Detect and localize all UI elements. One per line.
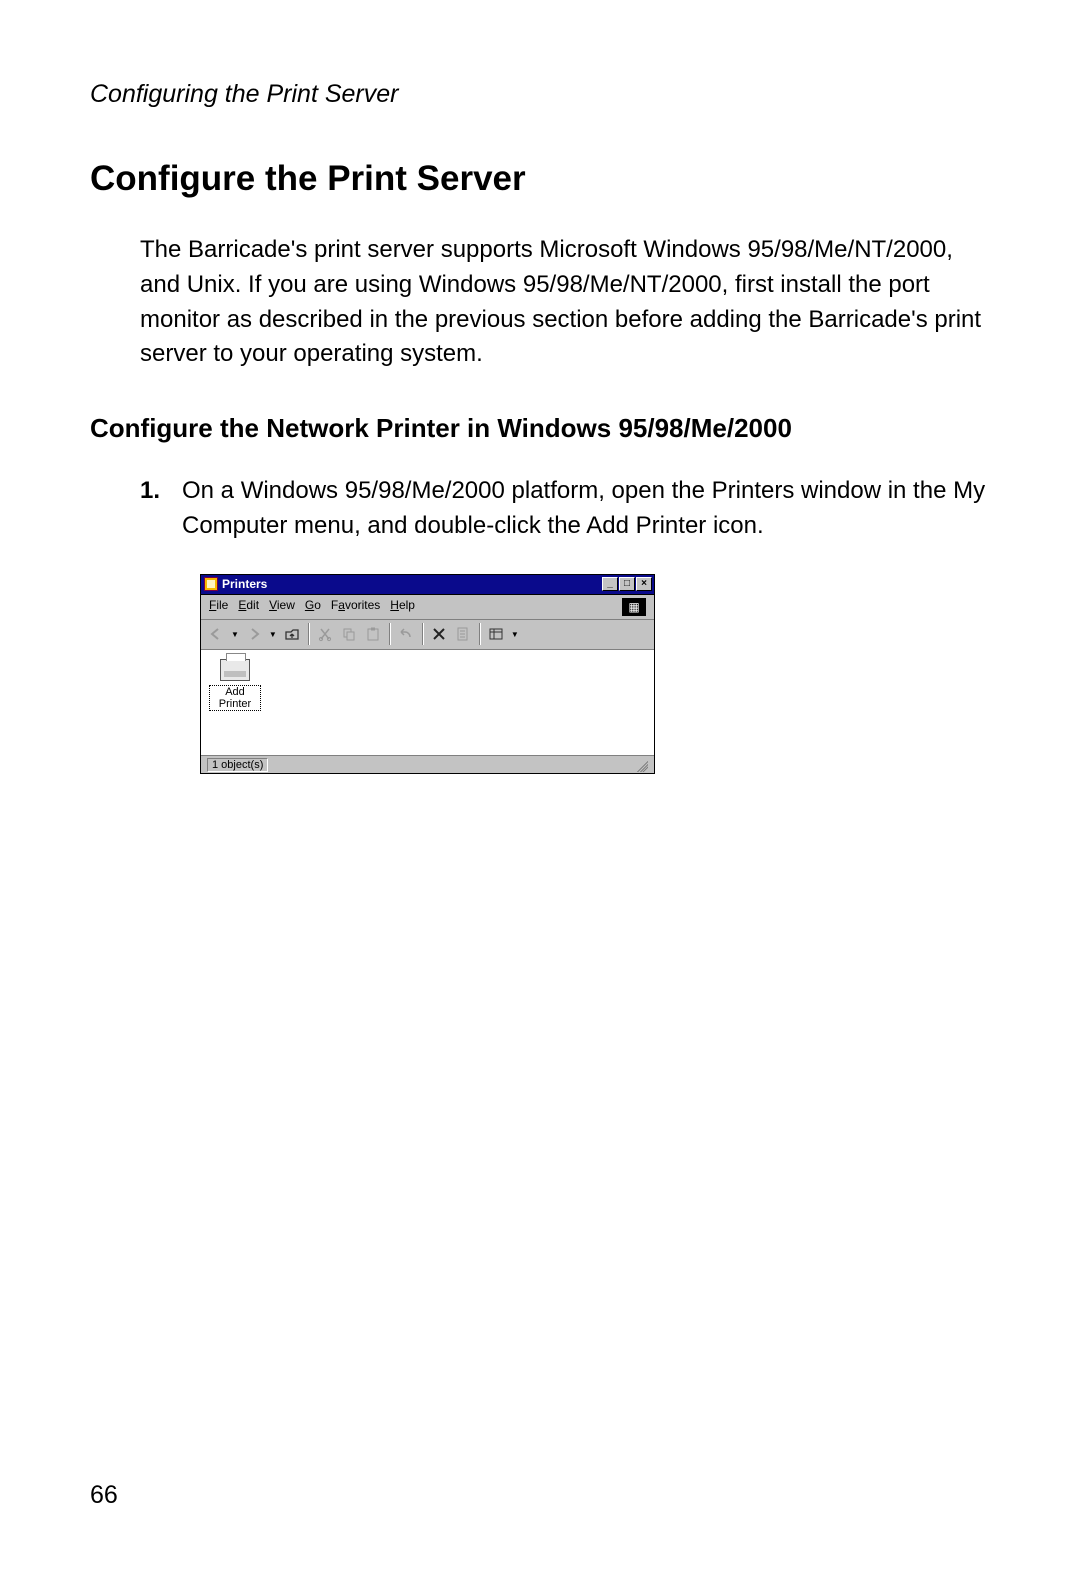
system-menu-icon[interactable] xyxy=(204,577,218,591)
paste-button[interactable] xyxy=(362,623,384,645)
toolbar-separator xyxy=(389,623,390,645)
windows-flag-icon: ▦ xyxy=(622,598,646,616)
copy-button[interactable] xyxy=(338,623,360,645)
intro-paragraph: The Barricade's print server supports Mi… xyxy=(140,233,990,372)
toolbar-separator xyxy=(308,623,309,645)
resize-grip-icon[interactable] xyxy=(634,758,648,772)
menu-file[interactable]: File xyxy=(209,598,228,616)
delete-button[interactable] xyxy=(428,623,450,645)
maximize-button[interactable]: □ xyxy=(619,577,635,591)
window-statusbar: 1 object(s) xyxy=(201,755,654,773)
forward-dropdown-icon[interactable]: ▼ xyxy=(267,630,279,639)
views-dropdown-icon[interactable]: ▼ xyxy=(509,630,521,639)
menu-go[interactable]: Go xyxy=(305,598,321,616)
views-button[interactable] xyxy=(485,623,507,645)
close-button[interactable]: × xyxy=(636,577,652,591)
back-dropdown-icon[interactable]: ▼ xyxy=(229,630,241,639)
menu-help[interactable]: Help xyxy=(390,598,415,616)
cut-button[interactable] xyxy=(314,623,336,645)
properties-button[interactable] xyxy=(452,623,474,645)
ordered-steps: 1. On a Windows 95/98/Me/2000 platform, … xyxy=(140,474,990,544)
document-page: Configuring the Print Server Configure t… xyxy=(0,0,1080,1570)
add-printer-item[interactable]: Add Printer xyxy=(209,659,261,711)
window-title: Printers xyxy=(222,577,601,591)
window-client-area[interactable]: Add Printer xyxy=(201,650,654,755)
running-header: Configuring the Print Server xyxy=(90,80,990,109)
menu-favorites[interactable]: Favorites xyxy=(331,598,380,616)
up-button[interactable] xyxy=(281,623,303,645)
window-toolbar: ▼ ▼ xyxy=(201,620,654,650)
heading-configure-print-server: Configure the Print Server xyxy=(90,159,990,199)
printers-window: Printers _ □ × File Edit View Go Favorit… xyxy=(200,574,655,774)
step-number: 1. xyxy=(140,474,182,544)
step-1: 1. On a Windows 95/98/Me/2000 platform, … xyxy=(140,474,990,544)
add-printer-label: Add Printer xyxy=(209,685,261,711)
window-menubar: File Edit View Go Favorites Help ▦ xyxy=(201,595,654,620)
forward-button[interactable] xyxy=(243,623,265,645)
back-button[interactable] xyxy=(205,623,227,645)
step-text: On a Windows 95/98/Me/2000 platform, ope… xyxy=(182,474,990,544)
minimize-button[interactable]: _ xyxy=(602,577,618,591)
status-text: 1 object(s) xyxy=(207,758,268,772)
printer-icon xyxy=(220,659,250,681)
window-titlebar[interactable]: Printers _ □ × xyxy=(201,575,654,595)
toolbar-separator xyxy=(422,623,423,645)
heading-configure-network-printer: Configure the Network Printer in Windows… xyxy=(90,412,990,446)
menu-edit[interactable]: Edit xyxy=(238,598,259,616)
menu-view[interactable]: View xyxy=(269,598,295,616)
undo-button[interactable] xyxy=(395,623,417,645)
page-number: 66 xyxy=(90,1481,118,1510)
toolbar-separator xyxy=(479,623,480,645)
